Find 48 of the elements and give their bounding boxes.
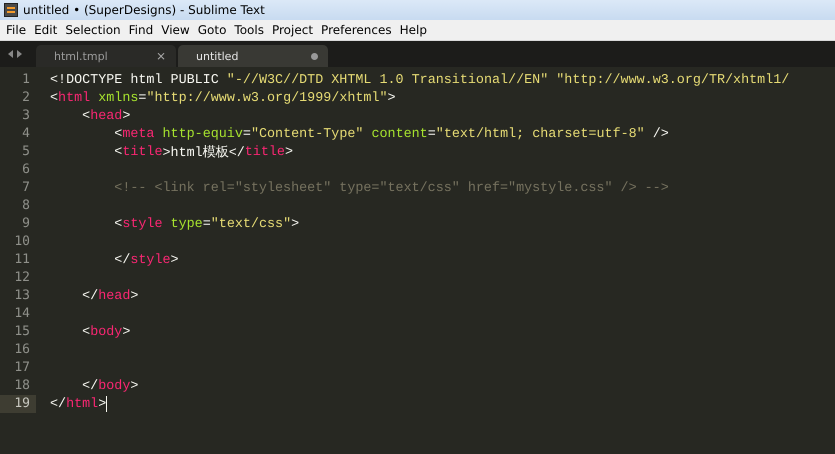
menu-item[interactable]: Find [124,23,158,37]
line-number: 17 [13,359,31,377]
line-number: 2 [21,89,31,107]
menu-item[interactable]: Goto [194,23,230,37]
menu-item[interactable]: Preferences [317,23,396,37]
line-number: 6 [21,161,31,179]
code-line: <!-- <link rel="stylesheet" type="text/css" href="mystyle.css" /> --> [113,180,669,196]
window-title: untitled • (SuperDesigns) - Sublime Text [23,3,265,17]
menu-item[interactable]: Tools [230,23,268,37]
line-number: 3 [21,107,31,125]
menu-item[interactable]: Help [396,23,431,37]
line-number: 12 [13,269,31,287]
close-icon[interactable]: × [156,49,166,63]
code-line: </style> [113,252,179,268]
code-line: </body> [81,378,138,394]
menu-item[interactable]: File [2,23,30,37]
line-number: 18 [13,377,31,395]
code-line: </head> [81,288,138,304]
menu-item[interactable]: Selection [61,23,125,37]
line-number: 9 [21,215,31,233]
right-arrow-icon[interactable] [17,50,22,58]
code-line: <!DOCTYPE html PUBLIC "-//W3C//DTD XHTML 1.0 Transitional//EN" "http://www.w3.org/TR/xhtml1/ [50,72,790,88]
line-number: 19 [0,395,36,413]
app-icon [4,3,18,17]
code-line: <meta http-equiv="Content-Type" content="text/html; charset=utf-8" /> [113,126,669,142]
menu-item[interactable]: Project [268,23,318,37]
line-number: 5 [21,143,31,161]
line-number: 15 [13,323,31,341]
line-number: 14 [13,305,31,323]
line-number: 16 [13,341,31,359]
code-line: <body> [81,324,130,340]
line-number: 13 [13,287,31,305]
editor-tab[interactable]: html.tmpl × [36,45,176,67]
line-number: 11 [13,251,31,269]
code-line: </html> [50,396,108,412]
line-number: 4 [21,125,31,143]
menu-item[interactable]: Edit [30,23,62,37]
line-number: 10 [13,233,31,251]
code-line: <style type="text/css"> [113,216,300,232]
menu-item[interactable]: View [157,23,194,37]
line-number: 7 [21,179,31,197]
line-number: 1 [21,71,31,89]
code-line: <head> [81,108,130,124]
code-line: <title>html模板</title> [113,144,293,161]
code-line: <html xmlns="http://www.w3.org/1999/xhtml"> [50,90,396,106]
line-number: 8 [21,197,31,215]
left-arrow-icon[interactable] [8,50,13,58]
editor-tab[interactable]: untitled [178,45,328,67]
